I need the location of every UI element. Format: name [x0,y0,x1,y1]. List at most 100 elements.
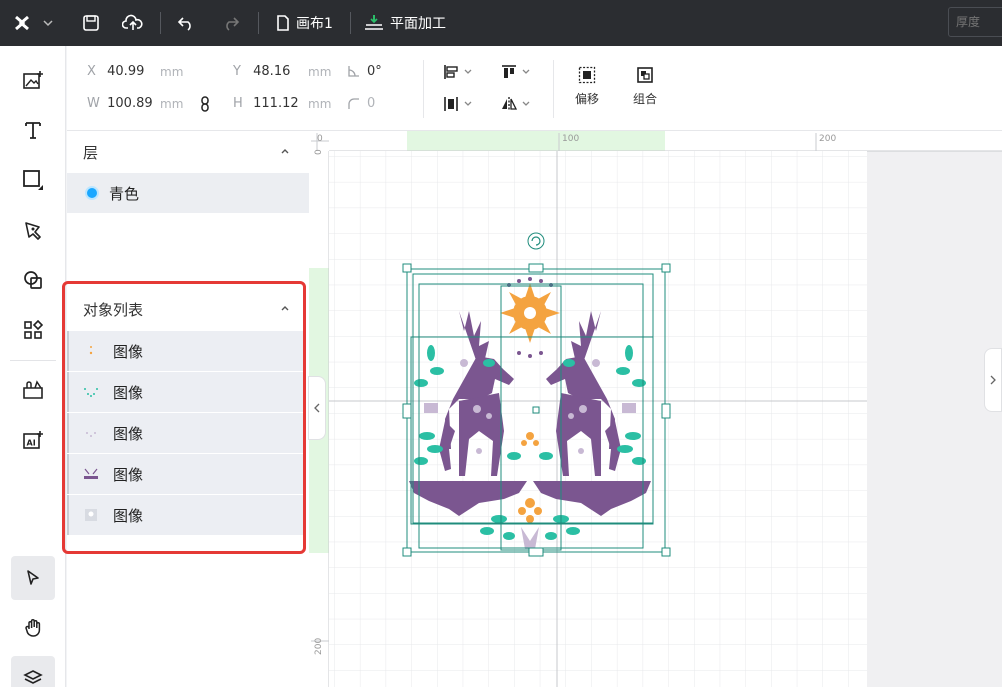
save-button[interactable] [82,0,100,46]
svg-text:AI: AI [27,439,36,448]
cloud-upload-icon [122,14,143,30]
chevron-down-icon [522,101,530,106]
ruler-label: 0 [317,134,323,144]
text-tool[interactable] [11,108,55,152]
chevron-down-icon [43,20,53,27]
ai-tool[interactable]: AI [11,418,55,462]
group-button[interactable]: 组合 [633,66,657,107]
align-top-dropdown[interactable] [501,64,531,80]
y-unit: mm [308,65,332,79]
w-unit: mm [160,97,184,111]
thickness-input[interactable] [948,7,1002,37]
layer-item-cyan[interactable]: 青色 [67,173,309,213]
corner-radius-icon [348,98,359,109]
width-field[interactable]: W 100.89 mm [87,96,183,111]
text-icon [25,122,41,139]
layers-tool[interactable] [11,656,55,687]
height-field[interactable]: H 111.12 mm [233,96,331,111]
offset-icon [578,66,596,84]
shapes-icon [24,271,42,289]
material-box-icon [23,380,43,399]
rotate-handle-icon[interactable] [527,232,545,250]
add-image-icon [23,71,43,89]
h-unit: mm [308,97,332,111]
chevron-right-icon [990,375,996,385]
lock-ratio-button[interactable] [201,96,209,116]
y-label: Y [233,64,241,79]
expand-right-panel-button[interactable] [984,348,1002,412]
shape-tool[interactable] [11,158,55,202]
chevron-down-icon [464,101,472,106]
group-icon [637,67,653,83]
offset-button[interactable]: 偏移 [575,66,599,107]
angle-icon [348,66,359,77]
cloud-upload-button[interactable] [122,0,144,46]
corner-radius-field[interactable]: 0 [347,96,375,111]
collapse-panel-button[interactable] [308,376,326,440]
app-menu-button[interactable] [14,0,54,46]
x-field[interactable]: X 40.99 mm [87,64,183,79]
h-value: 111.12 [253,96,299,111]
rotation-value: 0° [367,64,382,79]
ruler-label: 0 [314,149,324,155]
link-icon [201,96,209,112]
distribute-dropdown[interactable] [443,96,473,112]
layers-section-title: 层 [83,144,99,162]
cursor-arrow-icon [27,570,39,585]
object-list-highlight [62,281,306,554]
material-library-tool[interactable] [11,368,55,412]
x-value: 40.99 [107,64,145,79]
top-bar: 画布1 平面加工 [0,0,1002,46]
canvas-name: 画布1 [296,16,333,32]
x-unit: mm [160,65,184,79]
distribute-icon [444,97,458,111]
save-icon [83,15,99,31]
group-label: 组合 [633,92,658,106]
canvas-tab[interactable]: 画布1 [276,0,333,46]
align-top-icon [502,65,516,78]
rotation-field[interactable]: 0° [347,64,382,79]
elements-tool[interactable] [11,308,55,352]
undo-icon [177,17,191,31]
hand-icon [25,619,41,637]
processing-mode-label: 平面加工 [390,16,446,32]
app-window: 画布1 平面加工 AI [0,0,1002,687]
h-label: H [233,96,243,111]
w-value: 100.89 [107,96,153,111]
chevron-left-icon [314,403,320,413]
undo-button[interactable] [177,0,195,46]
align-horizontal-dropdown[interactable] [443,64,473,80]
layer-color-dot [85,186,99,200]
hand-tool[interactable] [11,606,55,650]
chevron-down-icon [522,69,530,74]
image-tool[interactable] [11,58,55,102]
redo-button[interactable] [222,0,240,46]
canvas-svg[interactable]: 0 100 200 0 200 [309,131,1002,687]
processing-mode-button[interactable]: 平面加工 [364,0,446,46]
canvas-area[interactable]: 0 100 200 0 200 [309,131,1002,687]
layers-icon [23,670,43,684]
ruler-label: 200 [819,134,836,144]
rectangle-icon [23,170,43,190]
layer-item-label: 青色 [109,184,140,203]
ruler-label: 200 [314,638,324,655]
y-field[interactable]: Y 48.16 mm [233,64,331,79]
select-tool[interactable] [11,556,55,600]
pen-tool[interactable] [11,208,55,252]
laser-engrave-icon [365,15,383,30]
boolean-shape-tool[interactable] [11,258,55,302]
w-label: W [87,96,100,111]
corner-radius-value: 0 [367,96,376,111]
ruler-label: 100 [562,134,579,144]
align-left-icon [444,65,458,79]
document-icon [277,15,289,31]
flip-horizontal-icon [502,97,517,111]
chevron-up-icon[interactable] [279,145,291,157]
pen-icon [25,222,41,240]
properties-bar: X 40.99 mm Y 48.16 mm 0° W 100.89 mm H 1… [67,46,1002,131]
redo-icon [226,17,240,31]
offset-label: 偏移 [575,92,600,106]
flip-dropdown[interactable] [501,96,531,112]
x-label: X [87,64,96,79]
grid-elements-icon [24,320,43,339]
